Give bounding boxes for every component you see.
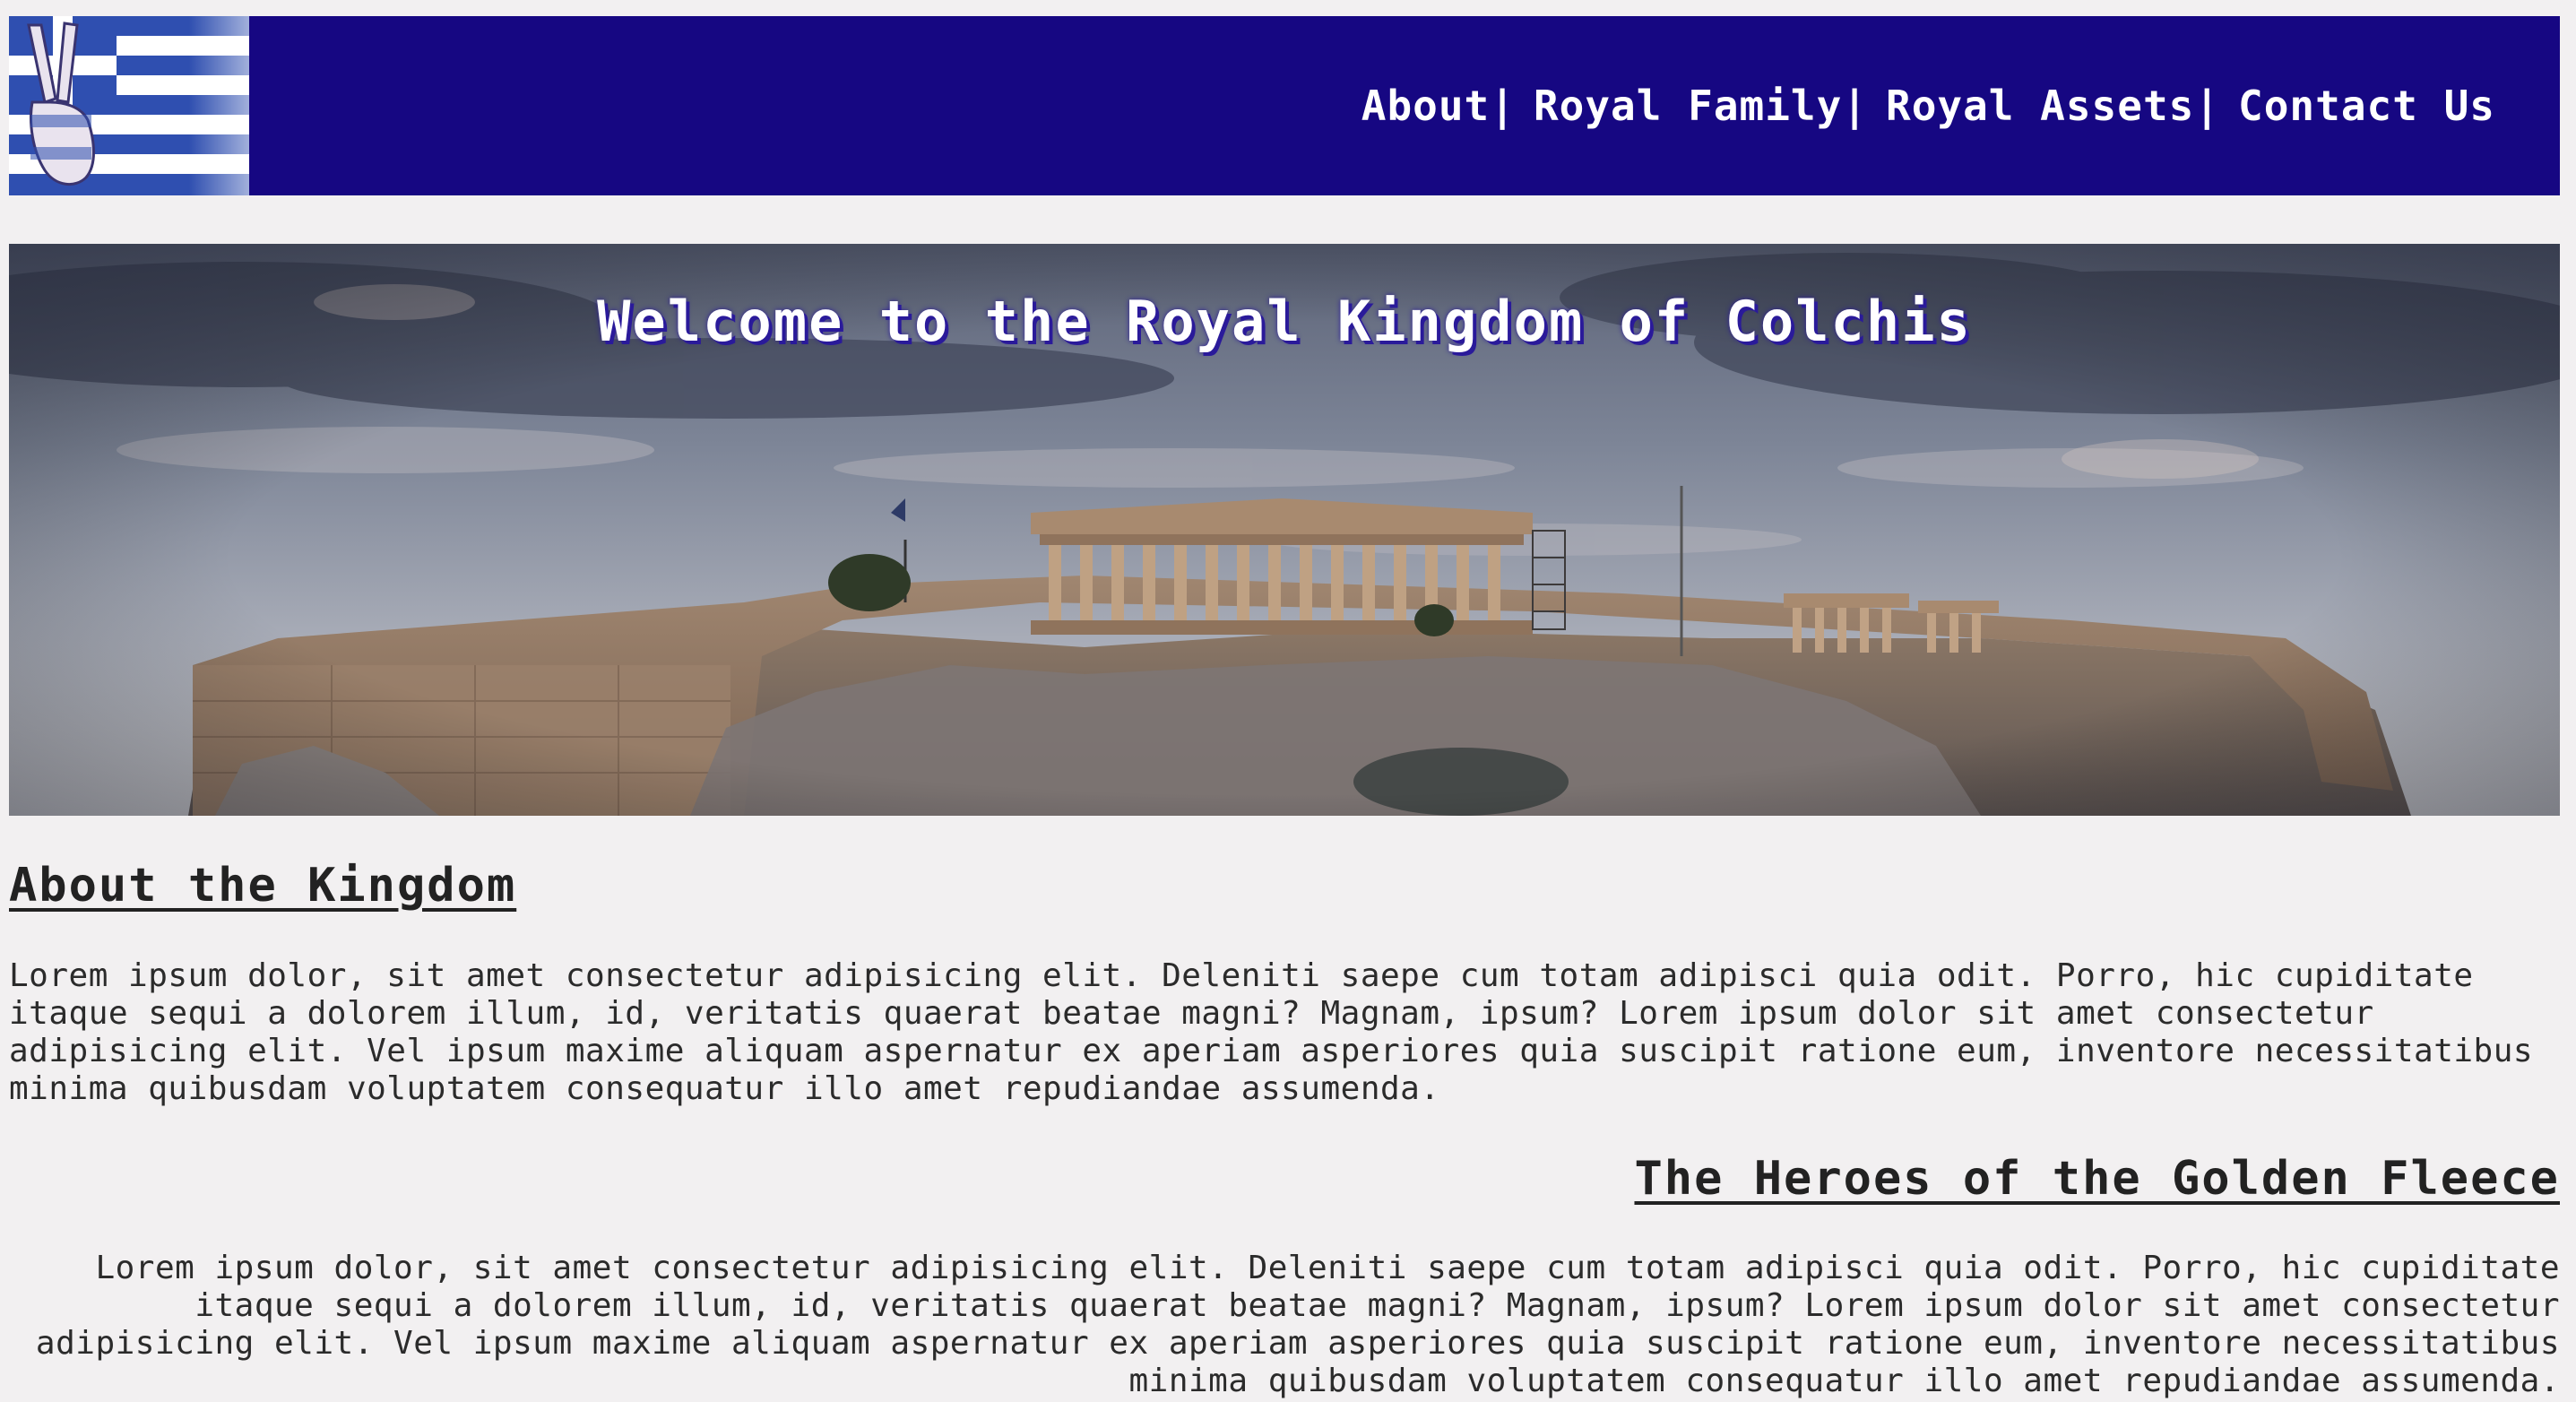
nav-link-royal-assets[interactable]: Royal Assets [1886,82,2194,130]
nav-link-about[interactable]: About [1361,82,1490,130]
about-heading: About the Kingdom [9,859,517,913]
site-header: About | Royal Family | Royal Assets | Conta… [9,16,2560,195]
page: About | Royal Family | Royal Assets | Conta… [0,0,2576,1402]
nav-link-royal-family[interactable]: Royal Family [1534,82,1842,130]
main-nav: About | Royal Family | Royal Assets | Conta… [1361,16,2495,195]
heroes-heading: The Heroes of the Golden Fleece [1634,1152,2560,1206]
about-body: Lorem ipsum dolor, sit amet consectetur … [9,957,2534,1107]
nav-separator: | [1842,82,1868,130]
hero-title: Welcome to the Royal Kingdom of Colchis [597,288,1972,354]
nav-link-contact-us[interactable]: Contact Us [2238,82,2495,130]
nav-separator: | [2194,82,2221,130]
nav-separator: | [1490,82,1516,130]
heroes-body: Lorem ipsum dolor, sit amet consectetur … [35,1250,2560,1399]
greek-flag-peace-sign-icon[interactable] [9,16,249,195]
hero-banner: Welcome to the Royal Kingdom of Colchis [9,244,2560,816]
